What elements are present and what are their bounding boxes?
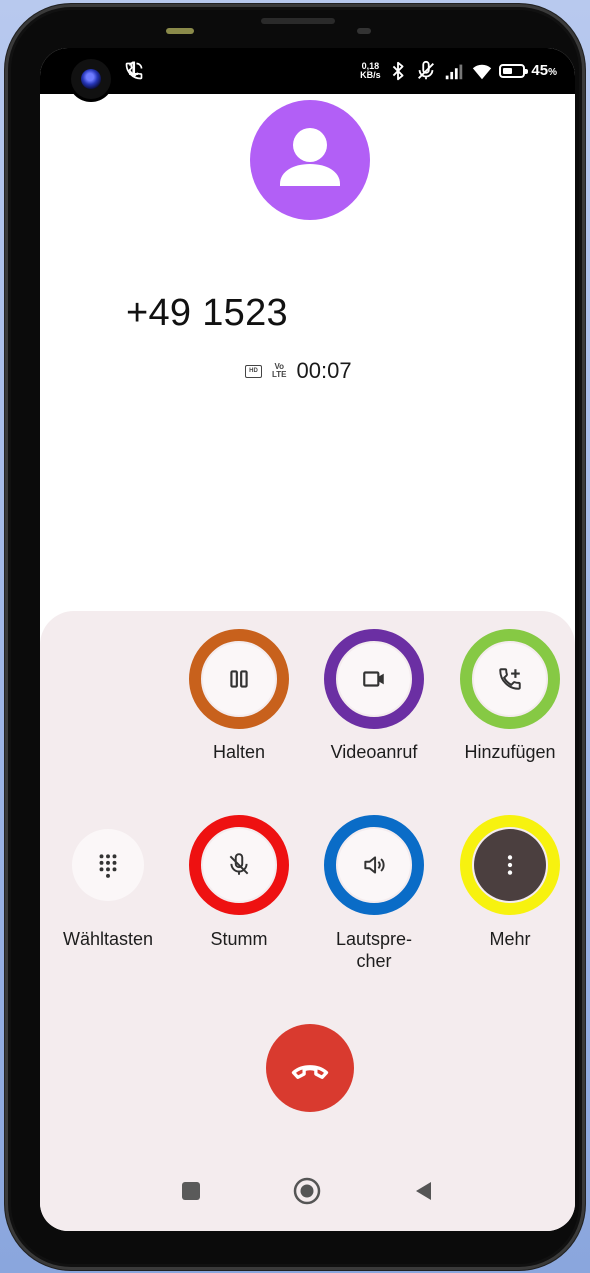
network-speed-unit: KB/s	[360, 70, 381, 80]
end-call-button[interactable]	[266, 1024, 354, 1112]
keypad-button-face	[72, 829, 144, 901]
pause-icon	[230, 670, 248, 688]
recents-icon	[182, 1182, 200, 1200]
phone-frame: 1 0,18 KB/s 45% +49 1523 HD Vo LTE 00:07…	[5, 4, 585, 1270]
bluetooth-icon	[393, 61, 404, 81]
volte-bottom: LTE	[272, 370, 287, 379]
speaker-button-face	[338, 829, 410, 901]
speaker-label-line1: Lautspre-	[335, 929, 413, 949]
add-call-button[interactable]	[460, 629, 560, 729]
recents-button[interactable]	[171, 1171, 211, 1211]
hold-button-face	[203, 643, 275, 715]
hold-label: Halten	[212, 742, 266, 762]
dialpad-icon	[99, 854, 117, 878]
volte-badge: Vo LTE	[272, 363, 287, 379]
call-timer: 00:07	[296, 358, 352, 383]
video-call-label: Videoanruf	[330, 742, 418, 762]
mute-label: Stumm	[210, 929, 268, 949]
status-bar: 1 0,18 KB/s 45%	[40, 48, 575, 99]
navigation-bar	[40, 1166, 575, 1216]
battery-percent-sign: %	[548, 67, 557, 78]
video-call-button[interactable]	[324, 629, 424, 729]
battery-level: 45%	[531, 62, 557, 80]
speaker-label: Lautspre- cher	[304, 928, 444, 972]
back-icon	[416, 1182, 431, 1200]
front-camera	[71, 59, 111, 99]
mute-button-face	[203, 829, 275, 901]
home-button[interactable]	[287, 1171, 327, 1211]
sensor-mark-left	[166, 28, 194, 34]
caller-number: +49 1523	[126, 292, 288, 334]
hang-up-icon	[291, 1065, 329, 1079]
mute-button[interactable]	[189, 815, 289, 915]
speaker-icon	[364, 856, 385, 874]
signal-icon	[446, 64, 463, 80]
battery-icon	[499, 64, 529, 78]
more-button-face	[474, 829, 546, 901]
hold-button[interactable]	[189, 629, 289, 729]
hd-voice-badge: HD	[245, 364, 262, 378]
back-button[interactable]	[404, 1171, 444, 1211]
more-label: Mehr	[489, 929, 531, 949]
home-icon	[293, 1177, 321, 1205]
video-camera-icon	[363, 671, 384, 687]
status-icons: 0,18 KB/s 45%	[359, 56, 557, 86]
video-call-button-face	[338, 643, 410, 715]
earpiece-speaker	[261, 18, 335, 24]
person-icon	[280, 128, 340, 186]
wifi-icon	[473, 64, 492, 80]
more-vertical-icon	[507, 855, 513, 875]
network-speed: 0,18 KB/s	[359, 62, 381, 80]
mic-off-icon	[229, 853, 249, 875]
keypad-button[interactable]	[58, 815, 158, 915]
add-call-icon	[499, 668, 521, 690]
add-call-label: Hinzufügen	[464, 742, 556, 762]
call-info-row: HD Vo LTE 00:07	[245, 358, 352, 384]
sensor-mark-right	[357, 28, 371, 34]
add-call-button-face	[474, 643, 546, 715]
battery-percent: 45	[531, 62, 549, 79]
more-button[interactable]	[460, 815, 560, 915]
speaker-label-line2: cher	[356, 951, 392, 971]
contact-avatar	[250, 100, 370, 220]
mute-mic-icon	[418, 60, 435, 80]
screen: 1 0,18 KB/s 45% +49 1523 HD Vo LTE 00:07…	[40, 48, 575, 1231]
keypad-label: Wähltasten	[62, 929, 154, 949]
speaker-button[interactable]	[324, 815, 424, 915]
call-in-progress-icon	[125, 62, 143, 80]
